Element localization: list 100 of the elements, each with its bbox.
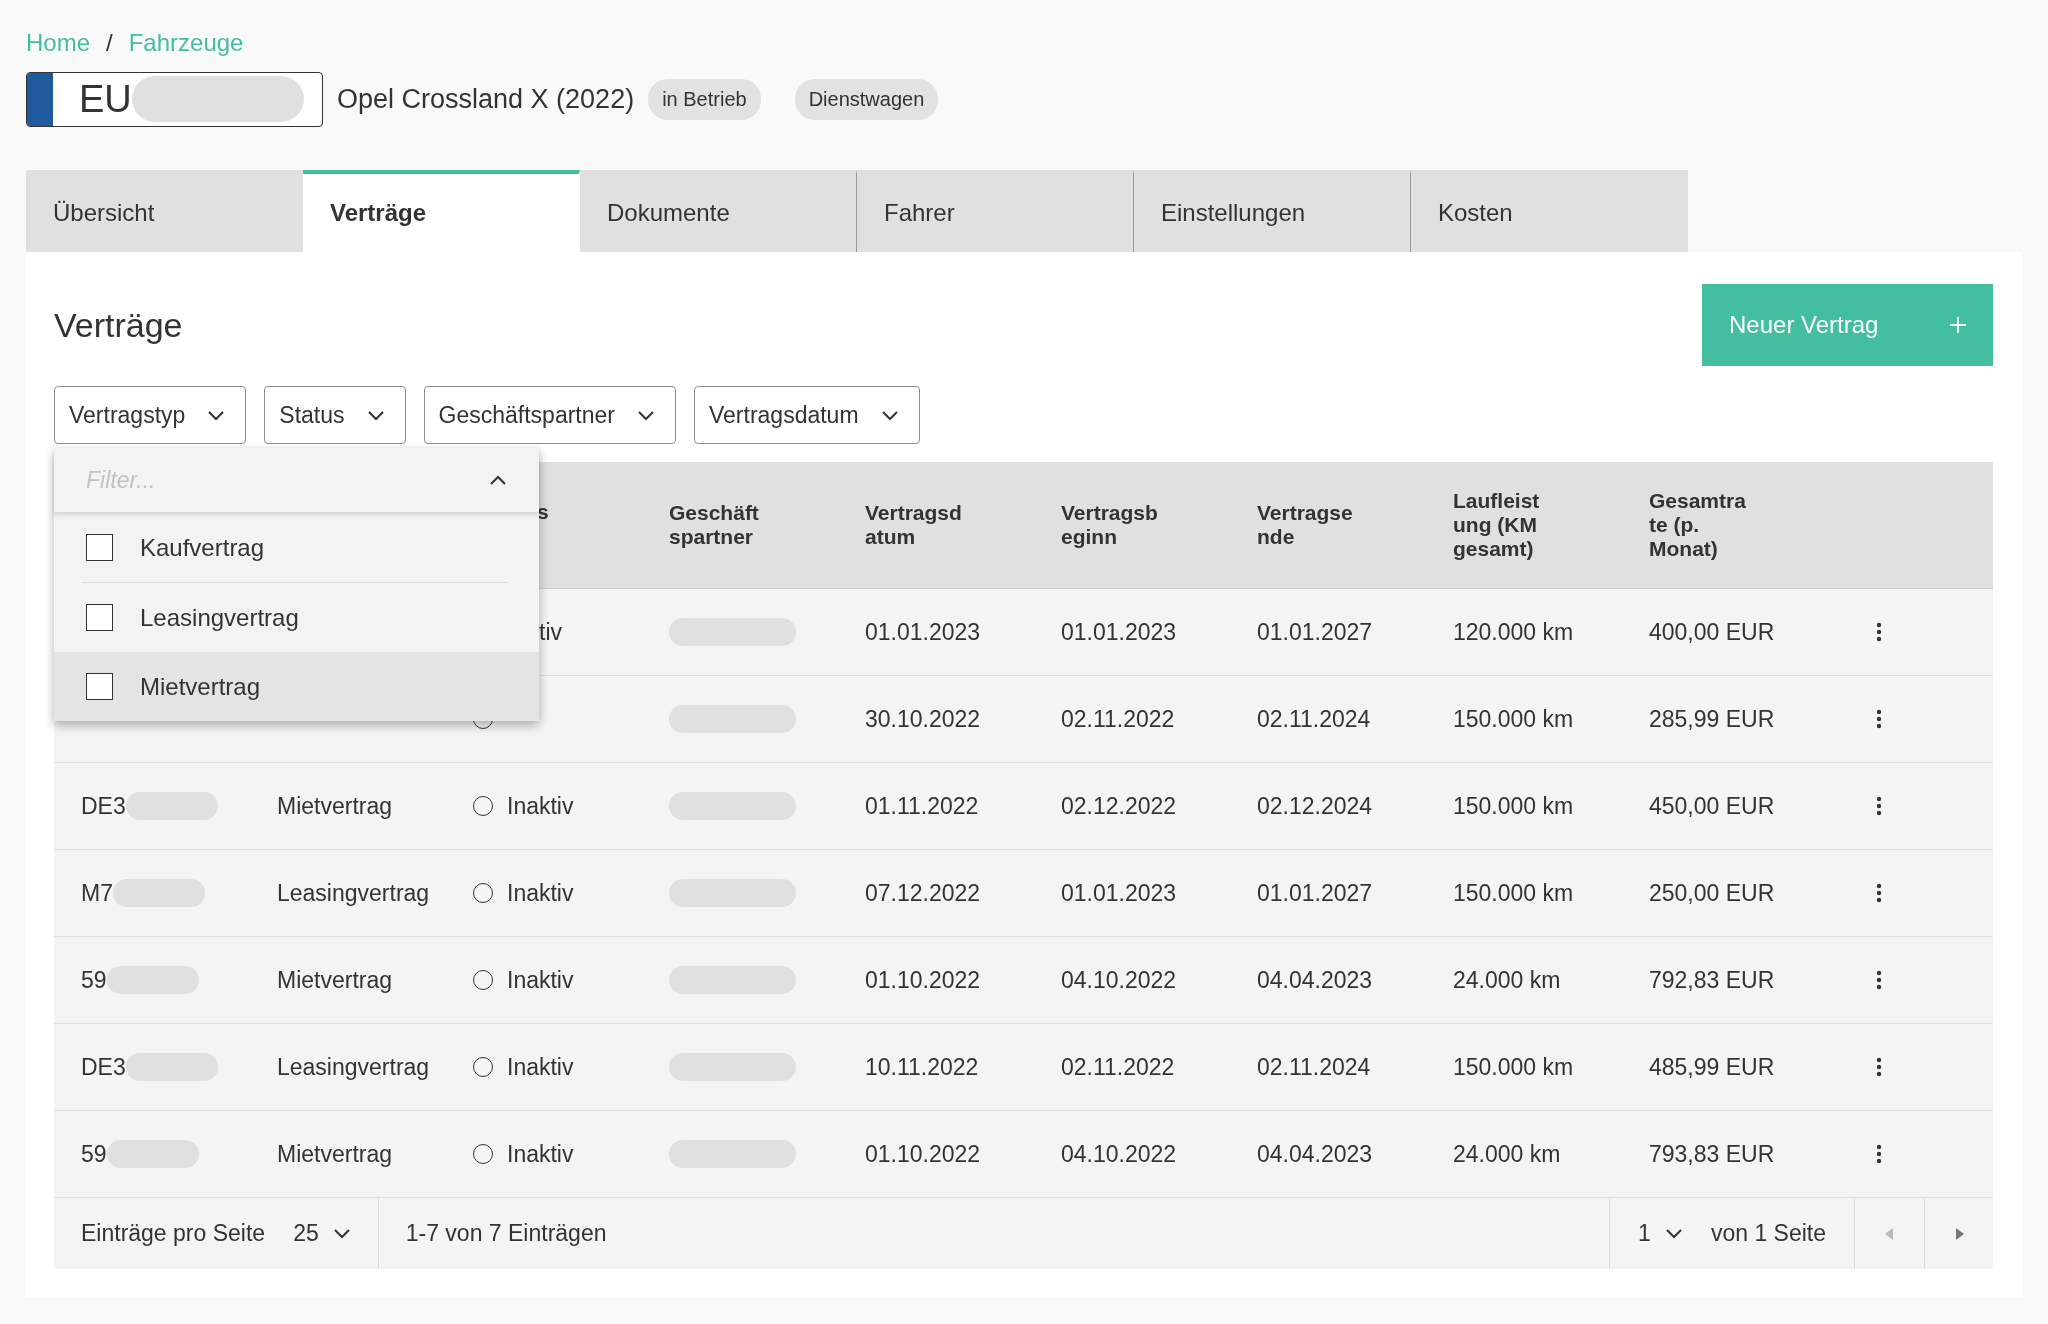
column-header: Vertragsbeginn xyxy=(1061,501,1158,549)
table-cell: 02.11.2024 xyxy=(1257,705,1371,733)
table-cell: 02.11.2022 xyxy=(1061,705,1175,733)
chevron-up-icon xyxy=(489,474,507,486)
status-badge: Dienstwagen xyxy=(794,78,939,120)
tab[interactable]: Verträge xyxy=(303,170,580,252)
table-cell: Leasingvertrag xyxy=(277,879,430,907)
table-cell: Mietvertrag xyxy=(277,1140,393,1168)
tab[interactable]: Übersicht xyxy=(26,170,303,252)
column-header: Vertragsende xyxy=(1257,501,1354,549)
tab[interactable]: Dokumente xyxy=(580,170,857,252)
table-cell: 10.11.2022 xyxy=(865,1053,979,1081)
table-cell: 04.10.2022 xyxy=(1061,1140,1177,1168)
table-cell: 30.10.2022 xyxy=(865,705,981,733)
table-cell: 485,99 EUR xyxy=(1649,1053,1775,1081)
table-cell: 150.000 km xyxy=(1453,879,1574,907)
table-cell: Leasingvertrag xyxy=(277,1053,430,1081)
table-cell: 02.11.2022 xyxy=(1061,1053,1175,1081)
kebab-menu-icon[interactable] xyxy=(1876,709,1882,729)
column-header: Geschäftspartner xyxy=(669,501,760,549)
triangle-right-icon xyxy=(1954,1227,1964,1240)
table-cell: DE3 xyxy=(81,1053,126,1081)
table-cell: Inaktiv xyxy=(507,966,574,994)
table-cell: 02.12.2022 xyxy=(1061,792,1177,820)
kebab-menu-icon[interactable] xyxy=(1876,622,1882,642)
table-cell: 04.04.2023 xyxy=(1257,1140,1373,1168)
checkbox[interactable] xyxy=(86,604,113,631)
table-cell: 59 xyxy=(81,1140,107,1168)
status-badge: in Betrieb xyxy=(648,78,761,120)
table-cell: 400,00 EUR xyxy=(1649,618,1775,646)
chevron-down-icon xyxy=(880,409,899,421)
checkbox[interactable] xyxy=(86,534,113,561)
table-cell: Mietvertrag xyxy=(277,966,393,994)
table-cell: 02.12.2024 xyxy=(1257,792,1373,820)
table-cell: 01.01.2027 xyxy=(1257,879,1373,907)
table-cell: Inaktiv xyxy=(507,1053,574,1081)
table-cell: 150.000 km xyxy=(1453,705,1574,733)
table-cell: 01.10.2022 xyxy=(865,1140,981,1168)
tab[interactable]: Einstellungen xyxy=(1134,170,1411,252)
chevron-down-icon xyxy=(207,409,226,421)
table-cell: 285,99 EUR xyxy=(1649,705,1775,733)
table-cell: 04.04.2023 xyxy=(1257,966,1373,994)
page-select[interactable]: 1 xyxy=(1638,1220,1683,1247)
table-cell: 01.11.2022 xyxy=(865,792,979,820)
triangle-left-icon xyxy=(1885,1227,1894,1240)
dropdown-option[interactable]: Kaufvertrag xyxy=(54,513,539,582)
filter-dropdown[interactable]: Status xyxy=(264,386,406,444)
table-cell: 02.11.2024 xyxy=(1257,1053,1371,1081)
table-cell: 792,83 EUR xyxy=(1649,966,1775,994)
table-cell: 24.000 km xyxy=(1453,966,1561,994)
table-cell: 01.10.2022 xyxy=(865,966,981,994)
filter-dropdown[interactable]: Vertragsdatum xyxy=(694,386,920,444)
table-cell: Inaktiv xyxy=(507,879,574,907)
column-header: Gesamtrate (p. Monat) xyxy=(1649,489,1746,561)
table-cell: 07.12.2022 xyxy=(865,879,981,907)
chevron-down-icon xyxy=(366,409,385,421)
table-cell: Mietvertrag xyxy=(277,792,393,820)
vehicle-title: Opel Crossland X (2022) xyxy=(337,83,635,115)
table-cell: M7 xyxy=(81,879,113,907)
chevron-down-icon xyxy=(1664,1228,1683,1239)
page-size-label: Einträge pro Seite xyxy=(81,1220,266,1247)
table-cell: 793,83 EUR xyxy=(1649,1140,1775,1168)
table-cell: Inaktiv xyxy=(507,1140,574,1168)
tab[interactable]: Fahrer xyxy=(857,170,1134,252)
breadcrumb-separator: / xyxy=(106,29,113,57)
table-cell: 59 xyxy=(81,966,107,994)
dropdown-option[interactable]: Leasingvertrag xyxy=(54,583,539,652)
kebab-menu-icon[interactable] xyxy=(1876,1057,1882,1077)
kebab-menu-icon[interactable] xyxy=(1876,970,1882,990)
page-total-text: von 1 Seite xyxy=(1710,1220,1826,1247)
table-cell: 01.01.2023 xyxy=(1061,618,1177,646)
table-cell: 450,00 EUR xyxy=(1649,792,1775,820)
table-cell: tiv xyxy=(539,618,562,646)
table-cell: 150.000 km xyxy=(1453,792,1574,820)
kebab-menu-icon[interactable] xyxy=(1876,883,1882,903)
filter-dropdown[interactable]: Vertragstyp xyxy=(54,386,247,444)
table-cell: 01.01.2023 xyxy=(865,618,981,646)
column-header: Vertragsdatum xyxy=(865,501,962,549)
column-header: Laufleistung (KM gesamt) xyxy=(1453,489,1541,561)
table-cell: 01.01.2023 xyxy=(1061,879,1177,907)
chevron-down-icon xyxy=(332,1228,351,1239)
table-cell: 250,00 EUR xyxy=(1649,879,1775,907)
kebab-menu-icon[interactable] xyxy=(1876,1144,1882,1164)
table-cell: DE3 xyxy=(81,792,126,820)
table-cell: 120.000 km xyxy=(1453,618,1574,646)
table-cell: 04.10.2022 xyxy=(1061,966,1177,994)
plate-text: EU xyxy=(79,77,132,121)
table-cell: 150.000 km xyxy=(1453,1053,1574,1081)
dropdown-option[interactable]: Mietvertrag xyxy=(54,652,539,721)
page-size-select[interactable]: 25 xyxy=(293,1220,351,1247)
range-text: 1-7 von 7 Einträgen xyxy=(405,1220,607,1247)
filter-dropdown[interactable]: Geschäftspartner xyxy=(423,386,676,444)
plus-icon xyxy=(1950,317,1966,333)
table-cell: 24.000 km xyxy=(1453,1140,1561,1168)
chevron-down-icon xyxy=(637,409,655,421)
section-title: Verträge xyxy=(54,305,183,345)
tab[interactable]: Kosten xyxy=(1411,170,1688,252)
table-cell: Inaktiv xyxy=(507,792,574,820)
checkbox[interactable] xyxy=(86,673,113,700)
kebab-menu-icon[interactable] xyxy=(1876,796,1882,816)
